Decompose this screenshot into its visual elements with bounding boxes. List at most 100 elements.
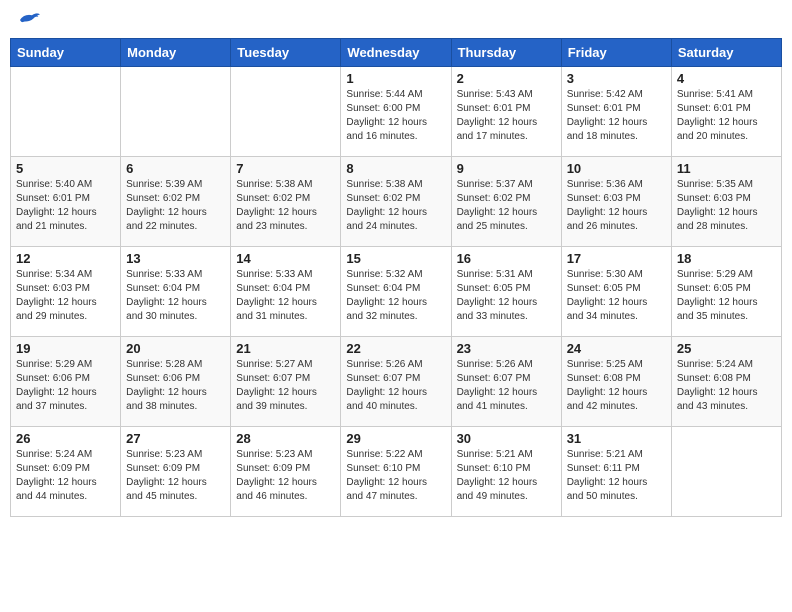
day-number: 7 xyxy=(236,161,335,176)
day-number: 30 xyxy=(457,431,556,446)
day-info: Sunrise: 5:23 AM Sunset: 6:09 PM Dayligh… xyxy=(236,448,335,504)
calendar-cell: 16 Sunrise: 5:31 AM Sunset: 6:05 PM Dayli… xyxy=(451,247,561,337)
day-number: 23 xyxy=(457,341,556,356)
day-info: Sunrise: 5:33 AM Sunset: 6:04 PM Dayligh… xyxy=(126,268,225,324)
calendar-cell: 24 Sunrise: 5:25 AM Sunset: 6:08 PM Dayli… xyxy=(561,337,671,427)
day-info: Sunrise: 5:42 AM Sunset: 6:01 PM Dayligh… xyxy=(567,88,666,144)
calendar-cell: 29 Sunrise: 5:22 AM Sunset: 6:10 PM Dayli… xyxy=(341,427,451,517)
weekday-header-friday: Friday xyxy=(561,39,671,67)
day-info: Sunrise: 5:25 AM Sunset: 6:08 PM Dayligh… xyxy=(567,358,666,414)
day-number: 18 xyxy=(677,251,776,266)
day-number: 15 xyxy=(346,251,445,266)
day-number: 17 xyxy=(567,251,666,266)
day-number: 2 xyxy=(457,71,556,86)
weekday-header-wednesday: Wednesday xyxy=(341,39,451,67)
calendar-cell: 5Sunrise: 5:40 AM Sunset: 6:01 PM Daylig… xyxy=(11,157,121,247)
day-info: Sunrise: 5:38 AM Sunset: 6:02 PM Dayligh… xyxy=(236,178,335,234)
day-info: Sunrise: 5:21 AM Sunset: 6:10 PM Dayligh… xyxy=(457,448,556,504)
day-info: Sunrise: 5:29 AM Sunset: 6:06 PM Dayligh… xyxy=(16,358,115,414)
calendar-cell: 3Sunrise: 5:42 AM Sunset: 6:01 PM Daylig… xyxy=(561,67,671,157)
logo xyxy=(14,10,40,30)
day-info: Sunrise: 5:28 AM Sunset: 6:06 PM Dayligh… xyxy=(126,358,225,414)
day-number: 11 xyxy=(677,161,776,176)
calendar-week-row: 19 Sunrise: 5:29 AM Sunset: 6:06 PM Dayli… xyxy=(11,337,782,427)
day-info: Sunrise: 5:36 AM Sunset: 6:03 PM Dayligh… xyxy=(567,178,666,234)
calendar-cell: 14 Sunrise: 5:33 AM Sunset: 6:04 PM Dayli… xyxy=(231,247,341,337)
day-info: Sunrise: 5:26 AM Sunset: 6:07 PM Dayligh… xyxy=(346,358,445,414)
calendar-cell: 20 Sunrise: 5:28 AM Sunset: 6:06 PM Dayli… xyxy=(121,337,231,427)
weekday-header-saturday: Saturday xyxy=(671,39,781,67)
calendar-week-row: 1Sunrise: 5:44 AM Sunset: 6:00 PM Daylig… xyxy=(11,67,782,157)
calendar-cell: 2 Sunrise: 5:43 AM Sunset: 6:01 PM Daylig… xyxy=(451,67,561,157)
day-number: 8 xyxy=(346,161,445,176)
calendar-cell: 25 Sunrise: 5:24 AM Sunset: 6:08 PM Dayli… xyxy=(671,337,781,427)
day-number: 25 xyxy=(677,341,776,356)
day-number: 9 xyxy=(457,161,556,176)
calendar-cell: 18 Sunrise: 5:29 AM Sunset: 6:05 PM Dayli… xyxy=(671,247,781,337)
day-info: Sunrise: 5:35 AM Sunset: 6:03 PM Dayligh… xyxy=(677,178,776,234)
calendar-cell: 13Sunrise: 5:33 AM Sunset: 6:04 PM Dayli… xyxy=(121,247,231,337)
day-info: Sunrise: 5:33 AM Sunset: 6:04 PM Dayligh… xyxy=(236,268,335,324)
calendar-cell: 17 Sunrise: 5:30 AM Sunset: 6:05 PM Dayli… xyxy=(561,247,671,337)
calendar-cell: 9 Sunrise: 5:37 AM Sunset: 6:02 PM Daylig… xyxy=(451,157,561,247)
day-number: 20 xyxy=(126,341,225,356)
day-info: Sunrise: 5:21 AM Sunset: 6:11 PM Dayligh… xyxy=(567,448,666,504)
day-info: Sunrise: 5:38 AM Sunset: 6:02 PM Dayligh… xyxy=(346,178,445,234)
calendar-cell: 23 Sunrise: 5:26 AM Sunset: 6:07 PM Dayli… xyxy=(451,337,561,427)
calendar-header-row: SundayMondayTuesdayWednesdayThursdayFrid… xyxy=(11,39,782,67)
calendar-cell: 7 Sunrise: 5:38 AM Sunset: 6:02 PM Daylig… xyxy=(231,157,341,247)
day-info: Sunrise: 5:22 AM Sunset: 6:10 PM Dayligh… xyxy=(346,448,445,504)
day-info: Sunrise: 5:29 AM Sunset: 6:05 PM Dayligh… xyxy=(677,268,776,324)
day-info: Sunrise: 5:43 AM Sunset: 6:01 PM Dayligh… xyxy=(457,88,556,144)
day-number: 14 xyxy=(236,251,335,266)
calendar-cell xyxy=(11,67,121,157)
day-number: 31 xyxy=(567,431,666,446)
day-number: 5 xyxy=(16,161,115,176)
day-info: Sunrise: 5:24 AM Sunset: 6:09 PM Dayligh… xyxy=(16,448,115,504)
calendar-cell xyxy=(671,427,781,517)
calendar-cell: 12 Sunrise: 5:34 AM Sunset: 6:03 PM Dayli… xyxy=(11,247,121,337)
day-number: 19 xyxy=(16,341,115,356)
day-info: Sunrise: 5:34 AM Sunset: 6:03 PM Dayligh… xyxy=(16,268,115,324)
day-number: 12 xyxy=(16,251,115,266)
day-info: Sunrise: 5:27 AM Sunset: 6:07 PM Dayligh… xyxy=(236,358,335,414)
calendar-cell: 31 Sunrise: 5:21 AM Sunset: 6:11 PM Dayli… xyxy=(561,427,671,517)
logo-bird-icon xyxy=(16,10,40,30)
calendar-cell: 10 Sunrise: 5:36 AM Sunset: 6:03 PM Dayli… xyxy=(561,157,671,247)
day-info: Sunrise: 5:30 AM Sunset: 6:05 PM Dayligh… xyxy=(567,268,666,324)
day-number: 26 xyxy=(16,431,115,446)
calendar-week-row: 12 Sunrise: 5:34 AM Sunset: 6:03 PM Dayli… xyxy=(11,247,782,337)
day-number: 10 xyxy=(567,161,666,176)
calendar-cell xyxy=(121,67,231,157)
calendar-cell: 1Sunrise: 5:44 AM Sunset: 6:00 PM Daylig… xyxy=(341,67,451,157)
day-info: Sunrise: 5:37 AM Sunset: 6:02 PM Dayligh… xyxy=(457,178,556,234)
day-number: 27 xyxy=(126,431,225,446)
calendar-cell: 11 Sunrise: 5:35 AM Sunset: 6:03 PM Dayli… xyxy=(671,157,781,247)
weekday-header-tuesday: Tuesday xyxy=(231,39,341,67)
day-info: Sunrise: 5:32 AM Sunset: 6:04 PM Dayligh… xyxy=(346,268,445,324)
day-info: Sunrise: 5:41 AM Sunset: 6:01 PM Dayligh… xyxy=(677,88,776,144)
day-number: 16 xyxy=(457,251,556,266)
day-info: Sunrise: 5:24 AM Sunset: 6:08 PM Dayligh… xyxy=(677,358,776,414)
weekday-header-sunday: Sunday xyxy=(11,39,121,67)
calendar-cell: 30 Sunrise: 5:21 AM Sunset: 6:10 PM Dayli… xyxy=(451,427,561,517)
calendar-week-row: 26 Sunrise: 5:24 AM Sunset: 6:09 PM Dayli… xyxy=(11,427,782,517)
day-info: Sunrise: 5:26 AM Sunset: 6:07 PM Dayligh… xyxy=(457,358,556,414)
calendar-cell: 8 Sunrise: 5:38 AM Sunset: 6:02 PM Daylig… xyxy=(341,157,451,247)
calendar-cell: 28Sunrise: 5:23 AM Sunset: 6:09 PM Dayli… xyxy=(231,427,341,517)
day-info: Sunrise: 5:39 AM Sunset: 6:02 PM Dayligh… xyxy=(126,178,225,234)
calendar-cell: 27 Sunrise: 5:23 AM Sunset: 6:09 PM Dayli… xyxy=(121,427,231,517)
calendar-cell: 26 Sunrise: 5:24 AM Sunset: 6:09 PM Dayli… xyxy=(11,427,121,517)
weekday-header-monday: Monday xyxy=(121,39,231,67)
day-info: Sunrise: 5:44 AM Sunset: 6:00 PM Dayligh… xyxy=(346,88,445,144)
day-number: 24 xyxy=(567,341,666,356)
day-info: Sunrise: 5:31 AM Sunset: 6:05 PM Dayligh… xyxy=(457,268,556,324)
day-number: 4 xyxy=(677,71,776,86)
day-number: 21 xyxy=(236,341,335,356)
page-header xyxy=(10,10,782,30)
calendar-cell: 21 Sunrise: 5:27 AM Sunset: 6:07 PM Dayli… xyxy=(231,337,341,427)
calendar-table: SundayMondayTuesdayWednesdayThursdayFrid… xyxy=(10,38,782,517)
day-info: Sunrise: 5:23 AM Sunset: 6:09 PM Dayligh… xyxy=(126,448,225,504)
day-number: 29 xyxy=(346,431,445,446)
calendar-week-row: 5Sunrise: 5:40 AM Sunset: 6:01 PM Daylig… xyxy=(11,157,782,247)
